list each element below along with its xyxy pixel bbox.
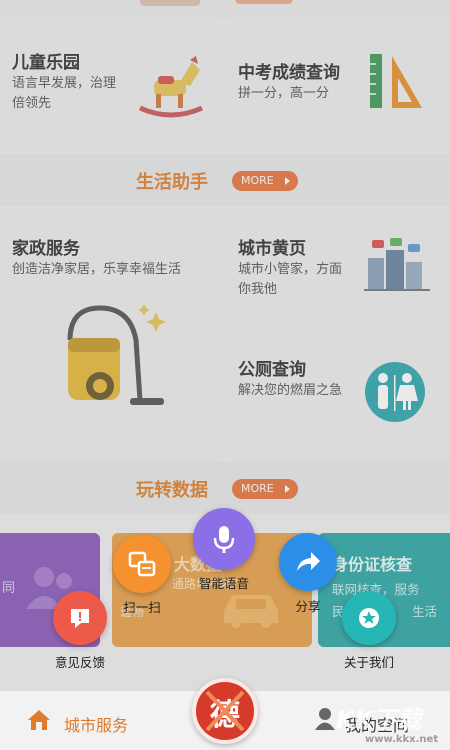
microphone-icon xyxy=(213,526,235,553)
close-icon xyxy=(205,690,245,732)
about-button[interactable] xyxy=(342,591,396,645)
about-label: 关于我们 xyxy=(343,655,394,670)
share-button[interactable] xyxy=(279,533,337,591)
scan-label: 扫一扫 xyxy=(123,600,161,615)
nav-city-service[interactable]: 城市服务 xyxy=(64,712,128,736)
app-screen: 儿童乐园 语言早发展，治理倍领先 中考成绩查询 拼一分，高一分 生活助手 MOR… xyxy=(0,0,450,750)
voice-button[interactable] xyxy=(193,508,255,570)
watermark-logo: KK下载 xyxy=(336,706,422,734)
scan-icon xyxy=(128,551,156,577)
share-arrow-icon xyxy=(297,552,320,571)
center-close-button[interactable]: 德 xyxy=(192,678,258,744)
feedback-icon xyxy=(71,609,89,628)
user-icon[interactable] xyxy=(314,707,336,735)
watermark-url: www.kkx.net xyxy=(365,734,439,745)
voice-label: 智能语音 xyxy=(198,576,249,591)
scan-button[interactable] xyxy=(113,535,171,593)
share-label: 分享 xyxy=(295,599,321,614)
star-badge-icon xyxy=(359,608,379,628)
home-icon[interactable] xyxy=(26,708,52,736)
feedback-label: 意见反馈 xyxy=(54,655,105,670)
feedback-button[interactable] xyxy=(53,591,107,645)
